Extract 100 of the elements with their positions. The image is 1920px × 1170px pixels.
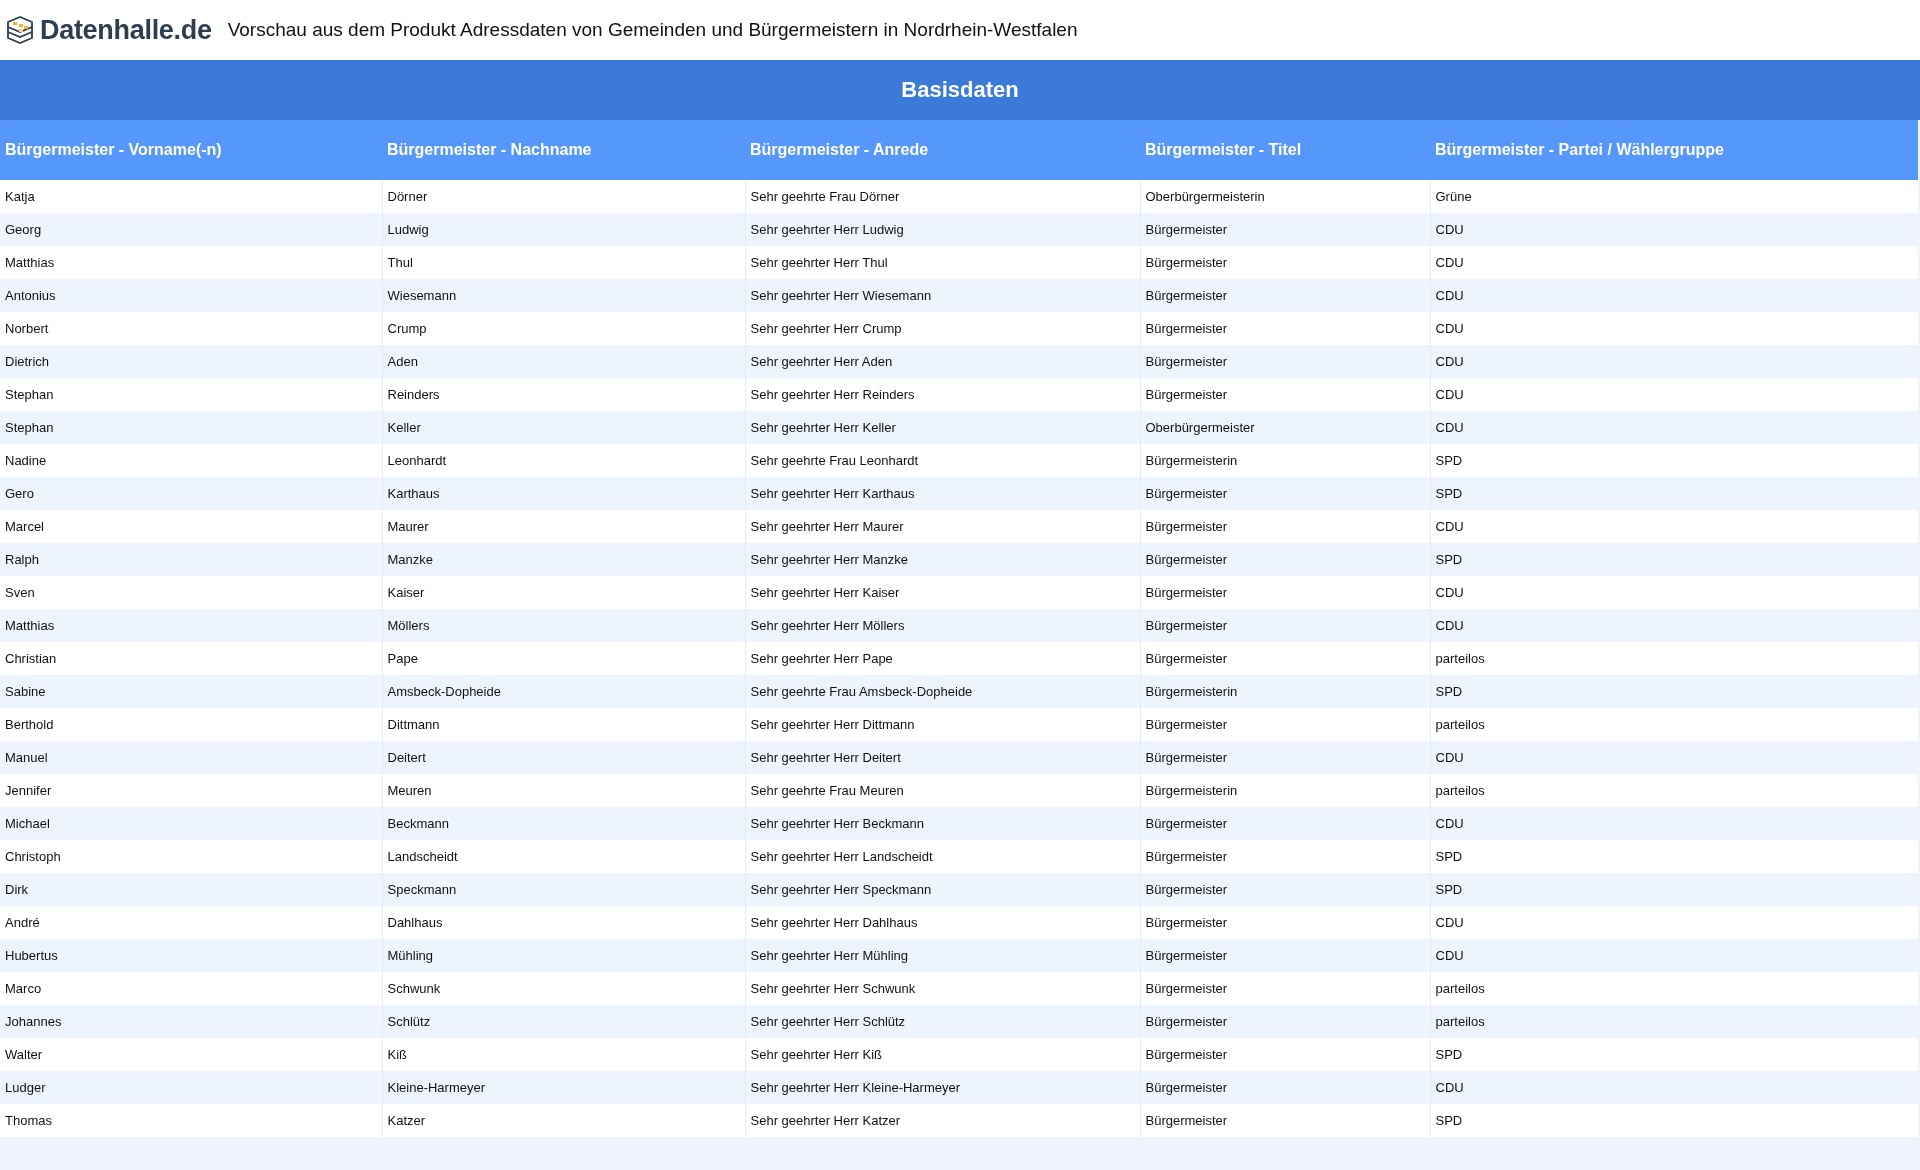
table-cell: Oberbürgermeister [1140,411,1430,444]
table-cell: Stephan [0,378,382,411]
table-cell: Grüne [1430,180,1918,213]
table-cell: Bürgermeister [1140,1104,1430,1137]
table-cell: parteilos [1430,1005,1918,1038]
table-cell: Bürgermeisterin [1140,774,1430,807]
table-cell: Jennifer [0,774,382,807]
table-cell: CDU [1430,213,1918,246]
table-cell: Bürgermeister [1140,312,1430,345]
table-cell: SPD [1430,840,1918,873]
table-cell: Hubertus [0,939,382,972]
table-cell: Sehr geehrter Herr Beckmann [745,807,1140,840]
table-cell: Maurer [382,510,745,543]
table-cell: Katja [0,180,382,213]
table-cell: Sehr geehrter Herr Landscheidt [745,840,1140,873]
table-cell: Bürgermeister [1140,873,1430,906]
table-cell: Katzer [382,1104,745,1137]
table-cell: CDU [1430,279,1918,312]
table-cell: Sehr geehrter Herr Wiesemann [745,279,1140,312]
table-cell: Bürgermeister [1140,279,1430,312]
table-cell: CDU [1430,609,1918,642]
table-cell: Dittmann [382,708,745,741]
table-caption: Basisdaten [0,60,1920,120]
table-cell: Sehr geehrter Herr Kaiser [745,576,1140,609]
table-cell: Christian [0,642,382,675]
table-cell: Bürgermeister [1140,345,1430,378]
table-cell: Thomas [0,1104,382,1137]
server-stack-icon [4,14,36,46]
table-cell: Bürgermeister [1140,246,1430,279]
table-cell: SPD [1430,477,1918,510]
column-header: Bürgermeister - Vorname(-n) [0,120,382,180]
table-cell: parteilos [1430,774,1918,807]
table-cell: Bürgermeister [1140,807,1430,840]
table-cell: Amsbeck-Dopheide [382,675,745,708]
table-cell: SPD [1430,1038,1918,1071]
table-cell: Beckmann [382,807,745,840]
table-cell: Bürgermeister [1140,708,1430,741]
table-cell: Bürgermeister [1140,642,1430,675]
table-cell: Sehr geehrter Herr Schwunk [745,972,1140,1005]
table-cell: Crump [382,312,745,345]
table-cell: Leonhardt [382,444,745,477]
table-cell: Marcel [0,510,382,543]
table-cell: Wiesemann [382,279,745,312]
table-cell: CDU [1430,312,1918,345]
table-cell: Bürgermeister [1140,543,1430,576]
table-cell: Sehr geehrte Frau Dörner [745,180,1140,213]
table-cell: Georg [0,213,382,246]
table-cell: Bürgermeister [1140,1038,1430,1071]
table-cell: SPD [1430,444,1918,477]
table-cell: Sehr geehrter Herr Schlütz [745,1005,1140,1038]
table-cell: Landscheidt [382,840,745,873]
table-cell: Ludwig [382,213,745,246]
table-cell: CDU [1430,510,1918,543]
table-cell: Bürgermeister [1140,972,1430,1005]
table-cell: SPD [1430,675,1918,708]
table-cell: Kleine-Harmeyer [382,1071,745,1104]
table-cell: Sven [0,576,382,609]
table-cell: Sehr geehrter Herr Aden [745,345,1140,378]
table-cell: Kaiser [382,576,745,609]
table-cell: Gero [0,477,382,510]
table-cell: Ralph [0,543,382,576]
table-cell: Bürgermeister [1140,906,1430,939]
table-cell: Sehr geehrter Herr Karthaus [745,477,1140,510]
table-cell: Stephan [0,411,382,444]
table-cell: Sehr geehrter Herr Thul [745,246,1140,279]
table-cell: Sehr geehrter Herr Kiß [745,1038,1140,1071]
table-cell: Bürgermeister [1140,939,1430,972]
table-cell: Nadine [0,444,382,477]
table-cell: Matthias [0,246,382,279]
column-header: Bürgermeister - Anrede [745,120,1140,180]
table-cell: Michael [0,807,382,840]
table-cell: parteilos [1430,708,1918,741]
table-cell: Sehr geehrter Herr Manzke [745,543,1140,576]
table-cell: Bürgermeister [1140,1005,1430,1038]
table-cell: Sehr geehrter Herr Dahlhaus [745,906,1140,939]
table-cell: Dietrich [0,345,382,378]
table-cell: Sehr geehrter Herr Speckmann [745,873,1140,906]
table-cell: Dahlhaus [382,906,745,939]
table-cell: Sehr geehrter Herr Deitert [745,741,1140,774]
table-cell: Möllers [382,609,745,642]
table-cell: Kiß [382,1038,745,1071]
table-cell: Bürgermeister [1140,840,1430,873]
table-cell: Marco [0,972,382,1005]
table-cell: Sehr geehrter Herr Pape [745,642,1140,675]
logo-text[interactable]: Datenhalle.de [40,14,212,46]
table-cell: Dörner [382,180,745,213]
table-cell: Johannes [0,1005,382,1038]
table-cell: Pape [382,642,745,675]
table-cell: Keller [382,411,745,444]
column-header: Bürgermeister - Partei / Wählergruppe [1430,120,1918,180]
table-cell: Sehr geehrter Herr Kleine-Harmeyer [745,1071,1140,1104]
column-header: Bürgermeister - Nachname [382,120,745,180]
table-cell: Bürgermeister [1140,510,1430,543]
table-cell: Sehr geehrter Herr Katzer [745,1104,1140,1137]
table-cell: Christoph [0,840,382,873]
table-cell: Antonius [0,279,382,312]
table-cell: Deitert [382,741,745,774]
table-cell: Aden [382,345,745,378]
table-cell: Oberbürgermeisterin [1140,180,1430,213]
table-cell: CDU [1430,246,1918,279]
